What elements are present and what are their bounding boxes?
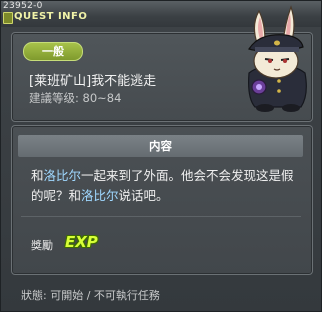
quest-status: 狀態: 可開始 / 不可執行任務 xyxy=(21,289,160,302)
quest-name: [莱班矿山]我不能逃走 xyxy=(29,74,157,89)
quest-info-window: 23952-0 QUEST INFO 一般 [莱班矿山]我不能逃走 建議等级: … xyxy=(0,0,322,312)
npc-name-link: 洛比尔 xyxy=(81,188,119,203)
window-title: QUEST INFO xyxy=(14,11,88,22)
content-divider xyxy=(21,216,301,217)
quest-category-badge: 一般 xyxy=(23,42,83,61)
desc-text-3: 说话吧。 xyxy=(118,188,169,203)
desc-text-1: 和 xyxy=(31,168,44,183)
quest-description: 和洛比尔一起来到了外面。他会不会发现这是假的呢？和洛比尔说话吧。 xyxy=(31,166,301,206)
reward-label: 獎勵 xyxy=(31,239,53,252)
npc-rabbit-avatar xyxy=(248,5,307,112)
quest-id: 23952-0 xyxy=(3,1,43,11)
quest-recommended-level: 建議等级: 80~84 xyxy=(29,91,122,105)
npc-name-link: 洛比尔 xyxy=(43,168,82,183)
content-header: 内容 xyxy=(18,135,303,157)
exp-reward-icon: EXP xyxy=(65,233,98,251)
quest-icon xyxy=(3,12,13,24)
